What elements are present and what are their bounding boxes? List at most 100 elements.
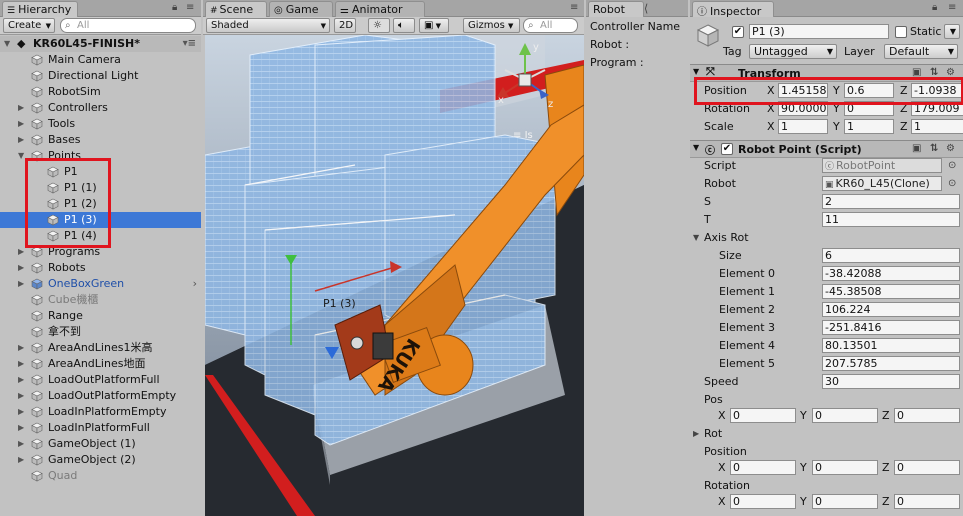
lock-icon[interactable]: 🔒︎ (172, 2, 177, 13)
object-name-field[interactable]: P1 (3) (749, 24, 889, 39)
foldout-collapsed-icon[interactable]: ▶ (18, 420, 24, 436)
axis-y-label[interactable]: Y (833, 118, 840, 136)
rot-position-z-field[interactable]: 0 (894, 460, 960, 475)
shading-mode-dropdown[interactable]: Shaded ▼ (206, 18, 330, 33)
gear-icon[interactable]: ⚙ (946, 143, 955, 154)
scale-y-field[interactable]: 1 (844, 119, 894, 134)
hierarchy-item[interactable]: ▶ AreaAndLines地面 (0, 356, 201, 372)
axis-z-label[interactable]: Z (882, 407, 890, 425)
tag-dropdown[interactable]: Untagged ▼ (749, 44, 837, 59)
static-dropdown[interactable]: ▼ (944, 24, 960, 39)
element-1-field[interactable]: -45.38508 (822, 284, 960, 299)
foldout-collapsed-icon[interactable]: ▶ (18, 244, 24, 260)
axis-z-label[interactable]: Z (882, 493, 890, 511)
panel-menu-icon[interactable]: ≡ (186, 2, 194, 13)
axis-z-label[interactable]: Z (900, 118, 908, 136)
pos-z-field[interactable]: 0 (894, 408, 960, 423)
tab-scene[interactable]: # Scene (205, 1, 267, 17)
rot-position-x-field[interactable]: 0 (730, 460, 796, 475)
tab-robot[interactable]: Robot (588, 1, 644, 17)
scene-viewport[interactable]: KUKA P1 (3) x y z ≡ Is (205, 35, 584, 516)
foldout-collapsed-icon[interactable]: ▶ (18, 276, 24, 292)
hierarchy-item[interactable]: ▶ LoadOutPlatformFull (0, 372, 201, 388)
axis-x-label[interactable]: X (718, 459, 726, 477)
hierarchy-item[interactable]: Directional Light (0, 68, 201, 84)
script-field[interactable]: ⓒ RobotPoint (822, 158, 942, 173)
speed-field[interactable]: 30 (822, 374, 960, 389)
t-field[interactable]: 11 (822, 212, 960, 227)
hierarchy-item[interactable]: ▶ LoadOutPlatformEmpty (0, 388, 201, 404)
foldout-expanded-icon[interactable]: ▼ (18, 148, 24, 164)
pos-x-field[interactable]: 0 (730, 408, 796, 423)
foldout-collapsed-icon[interactable]: ▶ (18, 340, 24, 356)
hierarchy-item[interactable]: Quad (0, 468, 201, 484)
s-field[interactable]: 2 (822, 194, 960, 209)
hierarchy-search-input[interactable]: ⌕ All (60, 18, 196, 33)
rot-rotation-x-field[interactable]: 0 (730, 494, 796, 509)
scale-z-field[interactable]: 1 (911, 119, 963, 134)
hierarchy-item[interactable]: ▶ AreaAndLines1米高 (0, 340, 201, 356)
scene-search-input[interactable]: ⌕ All (523, 18, 578, 33)
tab-inspector[interactable]: ⓘ Inspector (692, 1, 774, 18)
hierarchy-item[interactable]: ▶ OneBoxGreen › (0, 276, 201, 292)
lock-icon[interactable]: 🔒︎ (932, 2, 937, 13)
foldout-collapsed-icon[interactable]: ▶ (18, 260, 24, 276)
hierarchy-item[interactable]: 拿不到 (0, 324, 201, 340)
help-icon[interactable]: ▣ (912, 143, 921, 154)
active-checkbox[interactable]: ✔ (732, 26, 744, 38)
foldout-expanded-icon[interactable]: ▼ (693, 229, 699, 247)
foldout-expanded-icon[interactable]: ▼ (4, 36, 10, 52)
rot-position-y-field[interactable]: 0 (812, 460, 878, 475)
foldout-collapsed-icon[interactable]: ▶ (18, 452, 24, 468)
size-field[interactable]: 6 (822, 248, 960, 263)
hierarchy-item[interactable]: ▶ Tools (0, 116, 201, 132)
component-enabled-checkbox[interactable]: ✔ (721, 143, 733, 155)
tab-game[interactable]: ◎ Game (269, 1, 333, 17)
2d-toggle-button[interactable]: 2D (334, 18, 356, 33)
foldout-collapsed-icon[interactable]: ▶ (18, 132, 24, 148)
foldout-collapsed-icon[interactable]: ▶ (18, 356, 24, 372)
element-3-field[interactable]: -251.8416 (822, 320, 960, 335)
axis-y-label[interactable]: Y (800, 459, 807, 477)
create-button[interactable]: Create ▼ (3, 18, 55, 33)
tab-scroll-left-icon[interactable]: ⟨ (644, 2, 648, 15)
axis-x-label[interactable]: X (767, 118, 775, 136)
scene-root-row[interactable]: ▼ ◆ KR60L45-FINISH* ▾≡ (0, 36, 201, 52)
hierarchy-item[interactable]: ▶ Bases (0, 132, 201, 148)
pos-y-field[interactable]: 0 (812, 408, 878, 423)
layer-dropdown[interactable]: Default ▼ (884, 44, 958, 59)
foldout-collapsed-icon[interactable]: ▶ (18, 372, 24, 388)
scale-x-field[interactable]: 1 (778, 119, 828, 134)
element-0-field[interactable]: -38.42088 (822, 266, 960, 281)
audio-toggle-button[interactable]: 🔈︎ (393, 18, 415, 33)
element-5-field[interactable]: 207.5785 (822, 356, 960, 371)
panel-menu-icon[interactable]: ≡ (570, 2, 578, 13)
effects-dropdown[interactable]: ▣ ▼ (419, 18, 449, 33)
hierarchy-item[interactable]: ▶ LoadInPlatformFull (0, 420, 201, 436)
presets-icon[interactable]: ⇅ (930, 143, 938, 154)
hierarchy-item[interactable]: ▶ GameObject (2) (0, 452, 201, 468)
axis-y-label[interactable]: Y (800, 407, 807, 425)
foldout-collapsed-icon[interactable]: ▶ (18, 100, 24, 116)
foldout-collapsed-icon[interactable]: ▶ (18, 388, 24, 404)
hierarchy-item[interactable]: ▶ Controllers (0, 100, 201, 116)
element-4-field[interactable]: 80.13501 (822, 338, 960, 353)
gizmos-dropdown[interactable]: Gizmos ▼ (463, 18, 520, 33)
lighting-toggle-button[interactable]: ☼ (368, 18, 390, 33)
hierarchy-item[interactable]: RobotSim (0, 84, 201, 100)
tab-animator[interactable]: ⚌ Animator (335, 1, 425, 17)
object-picker-icon[interactable]: ⊙ (948, 157, 956, 175)
static-checkbox[interactable] (895, 26, 907, 38)
axis-z-label[interactable]: Z (882, 459, 890, 477)
hierarchy-item[interactable]: Range (0, 308, 201, 324)
persp-label[interactable]: ≡ Is (513, 130, 533, 141)
foldout-collapsed-icon[interactable]: ▶ (18, 436, 24, 452)
hierarchy-item[interactable]: Cube機櫃 (0, 292, 201, 308)
foldout-collapsed-icon[interactable]: ▶ (693, 425, 699, 443)
axis-x-label[interactable]: X (718, 407, 726, 425)
element-2-field[interactable]: 106.224 (822, 302, 960, 317)
robot-field[interactable]: ▣ KR60_L45(Clone) (822, 176, 942, 191)
hierarchy-item[interactable]: Main Camera (0, 52, 201, 68)
rot-rotation-y-field[interactable]: 0 (812, 494, 878, 509)
foldout-collapsed-icon[interactable]: ▶ (18, 404, 24, 420)
